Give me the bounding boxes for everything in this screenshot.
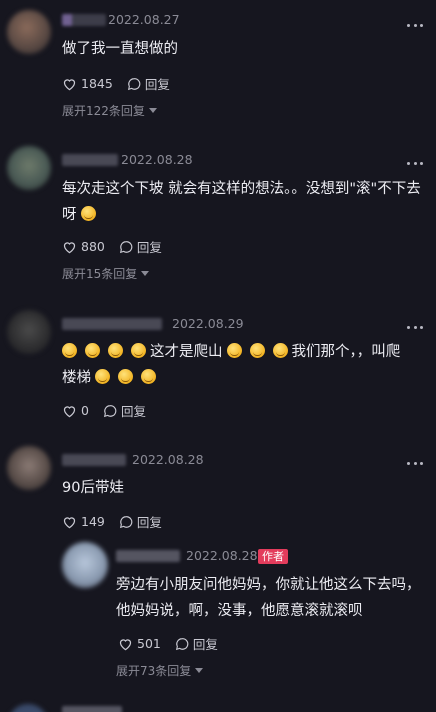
expand-replies-label: 展开73条回复 — [116, 664, 192, 678]
avatar[interactable] — [7, 446, 51, 490]
emoji-icon — [80, 206, 96, 221]
comment-line: 呀 — [62, 202, 432, 228]
comment-actions: 149 回复 — [62, 512, 176, 531]
expand-replies-link[interactable]: 展开122条回复 — [62, 102, 157, 119]
comment-date: 2022.08.28 — [121, 152, 193, 167]
more-options-icon[interactable] — [407, 22, 423, 28]
expand-replies-link[interactable]: 展开73条回复 — [116, 662, 204, 679]
reply-label: 回复 — [136, 240, 162, 255]
expand-replies-label: 展开15条回复 — [62, 267, 138, 281]
username-blurred[interactable] — [116, 550, 180, 562]
more-options-icon[interactable] — [407, 324, 423, 330]
avatar[interactable] — [62, 542, 108, 588]
heart-icon — [119, 638, 132, 650]
reply-bubble-icon — [119, 240, 133, 253]
avatar[interactable] — [7, 310, 51, 354]
comment-date: 2022.08.29 — [172, 316, 244, 331]
comment-list: 2022.08.27 做了我一直想做的 1845 回复 展开122条回复 202… — [0, 0, 436, 712]
username-blurred[interactable] — [62, 454, 126, 466]
emoji-icon — [85, 343, 100, 358]
heart-icon — [63, 241, 76, 253]
comment-actions: 1845 回复 — [62, 74, 184, 93]
comment-text: 做了我一直想做的 — [62, 41, 178, 57]
reply-line: 他妈妈说，啊，没事，他愿意滚就滚呗 — [116, 603, 363, 619]
expand-replies-label: 展开122条回复 — [62, 104, 145, 118]
emoji-icon — [272, 343, 288, 358]
reply-label: 回复 — [144, 77, 170, 92]
like-button[interactable]: 149 — [62, 514, 105, 529]
more-options-icon[interactable] — [407, 160, 423, 166]
comment-line-text: 呀 — [62, 207, 77, 223]
reply-label: 回复 — [192, 637, 218, 652]
like-button[interactable]: 880 — [62, 239, 105, 254]
chevron-down-icon — [148, 107, 157, 113]
reply-button[interactable]: 回复 — [119, 237, 162, 256]
heart-icon — [63, 516, 76, 528]
like-count: 149 — [81, 514, 105, 529]
username-blurred[interactable] — [62, 706, 122, 712]
emoji-icon — [62, 343, 77, 358]
chevron-down-icon — [141, 270, 150, 276]
comment-line: 这才是爬山 我们那个，，叫爬 — [62, 339, 432, 365]
comment-actions: 0 回复 — [62, 401, 160, 420]
comment-text: 这才是爬山 我们那个，，叫爬 楼梯 — [62, 339, 432, 391]
reply-button[interactable]: 回复 — [119, 512, 162, 531]
heart-icon — [63, 78, 76, 90]
like-button[interactable]: 0 — [62, 403, 89, 418]
reply-button[interactable]: 回复 — [127, 74, 170, 93]
like-count: 880 — [81, 239, 105, 254]
comment-text: 90后带娃 — [62, 480, 124, 496]
comment-line-text: 这才是爬山 — [150, 344, 223, 360]
reply-label: 回复 — [136, 515, 162, 530]
reply-line: 旁边有小朋友问他妈妈，你就让他这么下去吗， — [116, 577, 421, 593]
like-count: 501 — [137, 636, 161, 651]
comment-line-text: 我们那个，，叫爬 — [291, 344, 401, 360]
reply-bubble-icon — [103, 404, 117, 417]
comment-actions: 880 回复 — [62, 237, 176, 256]
reply-button[interactable]: 回复 — [103, 401, 146, 420]
comment-line: 楼梯 — [62, 365, 432, 391]
reply-bubble-icon — [175, 637, 189, 650]
like-button[interactable]: 1845 — [62, 76, 113, 91]
reply-bubble-icon — [127, 77, 141, 90]
reply-text: 旁边有小朋友问他妈妈，你就让他这么下去吗， 他妈妈说，啊，没事，他愿意滚就滚呗 — [116, 572, 432, 624]
expand-replies-link[interactable]: 展开15条回复 — [62, 265, 150, 282]
like-button[interactable]: 501 — [118, 636, 161, 651]
like-count: 0 — [81, 403, 89, 418]
reply-actions: 501 回复 — [118, 634, 232, 653]
comment-line-text: 楼梯 — [62, 370, 91, 386]
emoji-icon — [118, 369, 133, 384]
reply-button[interactable]: 回复 — [175, 634, 218, 653]
author-badge: 作者 — [258, 549, 288, 564]
username-blurred[interactable] — [62, 154, 118, 166]
emoji-icon — [141, 369, 156, 384]
reply-bubble-icon — [119, 515, 133, 528]
chevron-down-icon — [195, 667, 204, 673]
heart-icon — [63, 405, 76, 417]
username-blurred[interactable] — [62, 14, 106, 26]
comment-line: 每次走这个下坡 就会有这样的想法。。没想到"滚"不下去 — [62, 181, 421, 197]
reply-label: 回复 — [120, 404, 146, 419]
username-blurred[interactable] — [62, 318, 162, 330]
emoji-icon — [226, 343, 242, 358]
emoji-icon — [131, 343, 146, 358]
emoji-icon — [108, 343, 123, 358]
more-options-icon[interactable] — [407, 460, 423, 466]
comment-date: 2022.08.27 — [108, 12, 180, 27]
avatar[interactable] — [7, 10, 51, 54]
avatar[interactable] — [7, 146, 51, 190]
emoji-icon — [95, 369, 110, 384]
avatar[interactable] — [8, 704, 48, 712]
emoji-icon — [249, 343, 265, 358]
like-count: 1845 — [81, 76, 113, 91]
comment-text: 每次走这个下坡 就会有这样的想法。。没想到"滚"不下去 呀 — [62, 176, 432, 228]
comment-date: 2022.08.28 — [132, 452, 204, 467]
reply-date: 2022.08.28 — [186, 548, 258, 563]
